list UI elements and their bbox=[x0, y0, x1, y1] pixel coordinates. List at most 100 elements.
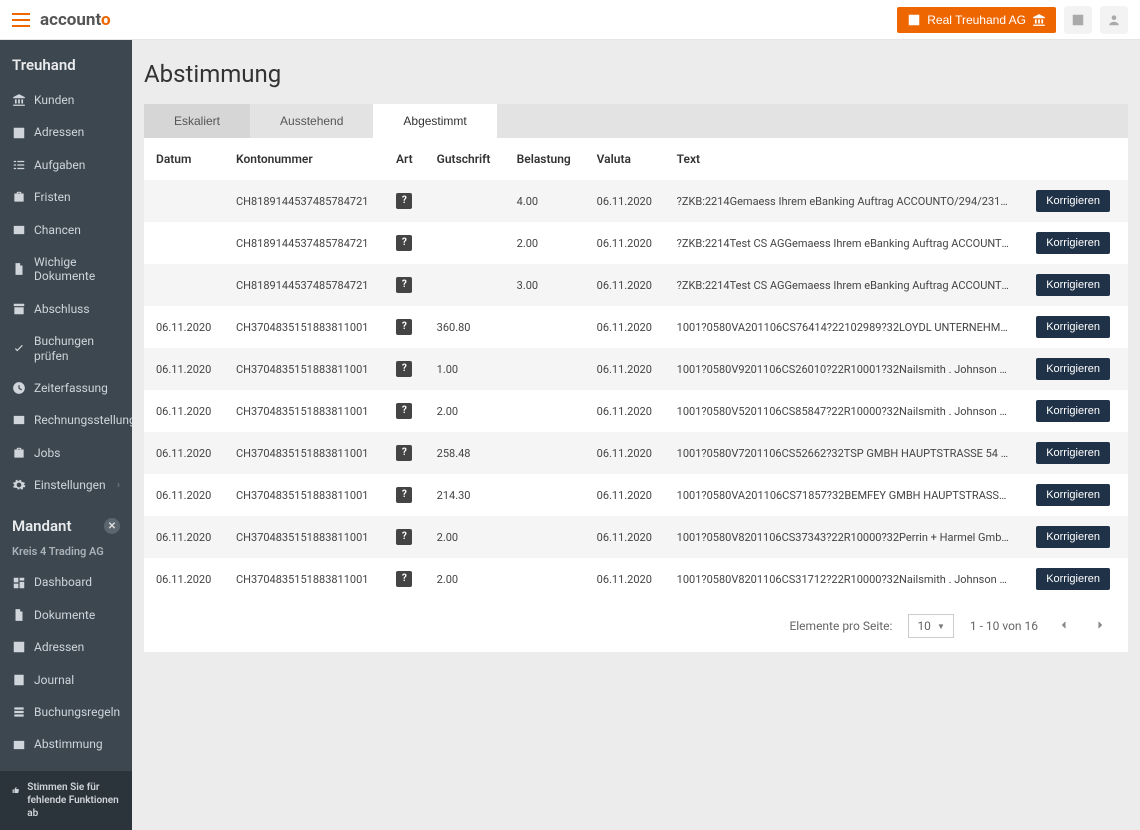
korrigieren-button[interactable]: Korrigieren bbox=[1036, 190, 1110, 212]
tab-abgestimmt[interactable]: Abgestimmt bbox=[373, 104, 496, 138]
col-valuta[interactable]: Valuta bbox=[585, 138, 665, 180]
main-content: Abstimmung EskaliertAusstehendAbgestimmt… bbox=[132, 40, 1140, 672]
col-konto[interactable]: Kontonummer bbox=[224, 138, 384, 180]
sidebar-item-buchungen-pr-fen[interactable]: Buchungen prüfen bbox=[0, 325, 132, 372]
korrigieren-button[interactable]: Korrigieren bbox=[1036, 526, 1110, 548]
cell-gutschrift: 2.00 bbox=[425, 558, 505, 600]
archive-icon bbox=[12, 302, 26, 316]
sidebar-item-jobs[interactable]: Jobs bbox=[0, 437, 132, 469]
cell-belastung: 2.00 bbox=[505, 222, 585, 264]
art-badge: ? bbox=[396, 361, 412, 377]
help-button[interactable] bbox=[1064, 6, 1092, 34]
sidebar-item-abschluss[interactable]: Abschluss bbox=[0, 293, 132, 325]
sidebar-item-chancen[interactable]: Chancen bbox=[0, 214, 132, 246]
col-art[interactable]: Art bbox=[384, 138, 425, 180]
next-page-button[interactable] bbox=[1090, 615, 1110, 638]
hamburger-icon[interactable] bbox=[12, 13, 30, 27]
tab-eskaliert[interactable]: Eskaliert bbox=[144, 104, 250, 138]
cell-valuta: 06.11.2020 bbox=[585, 390, 665, 432]
cell-datum: 06.11.2020 bbox=[144, 516, 224, 558]
sidebar-vote-footer[interactable]: Stimmen Sie für fehlende Funktionen ab bbox=[0, 771, 132, 830]
file-icon bbox=[12, 262, 26, 276]
cell-datum: 06.11.2020 bbox=[144, 432, 224, 474]
cell-konto: CH3704835151883811001 bbox=[224, 516, 384, 558]
col-gutschrift[interactable]: Gutschrift bbox=[425, 138, 505, 180]
card-icon bbox=[12, 223, 26, 237]
cell-gutschrift: 2.00 bbox=[425, 516, 505, 558]
cell-gutschrift: 1.00 bbox=[425, 348, 505, 390]
sidebar-item-abstimmung[interactable]: Abstimmung bbox=[0, 728, 132, 760]
art-badge: ? bbox=[396, 319, 412, 335]
cell-belastung bbox=[505, 348, 585, 390]
page-range: 1 - 10 von 16 bbox=[970, 619, 1038, 633]
help-icon bbox=[1071, 13, 1085, 27]
contact-icon bbox=[12, 640, 26, 654]
sidebar-item-zeiterfassung[interactable]: Zeiterfassung bbox=[0, 372, 132, 404]
cell-belastung bbox=[505, 390, 585, 432]
prev-page-button[interactable] bbox=[1054, 615, 1074, 638]
sidebar-item-adressen[interactable]: Adressen bbox=[0, 116, 132, 148]
cell-valuta: 06.11.2020 bbox=[585, 516, 665, 558]
cell-datum: 06.11.2020 bbox=[144, 558, 224, 600]
art-badge: ? bbox=[396, 403, 412, 419]
sidebar-item-buchungsregeln[interactable]: Buchungsregeln bbox=[0, 696, 132, 728]
cell-valuta: 06.11.2020 bbox=[585, 222, 665, 264]
cell-gutschrift: 258.48 bbox=[425, 432, 505, 474]
tab-ausstehend[interactable]: Ausstehend bbox=[250, 104, 373, 138]
cell-art: ? bbox=[384, 348, 425, 390]
cell-gutschrift: 2.00 bbox=[425, 390, 505, 432]
user-icon bbox=[1107, 13, 1121, 27]
col-text[interactable]: Text bbox=[665, 138, 1025, 180]
korrigieren-button[interactable]: Korrigieren bbox=[1036, 358, 1110, 380]
cell-gutschrift: 214.30 bbox=[425, 474, 505, 516]
chevron-right-icon bbox=[1094, 619, 1106, 631]
col-belastung[interactable]: Belastung bbox=[505, 138, 585, 180]
korrigieren-button[interactable]: Korrigieren bbox=[1036, 232, 1110, 254]
cell-belastung bbox=[505, 474, 585, 516]
korrigieren-button[interactable]: Korrigieren bbox=[1036, 316, 1110, 338]
book-icon bbox=[12, 673, 26, 687]
sidebar-item-dashboard[interactable]: Dashboard bbox=[0, 566, 132, 598]
sidebar-item-kunden[interactable]: Kunden bbox=[0, 84, 132, 116]
sidebar-section-treuhand: Treuhand bbox=[0, 40, 132, 84]
sidebar: Treuhand KundenAdressenAufgabenFristenCh… bbox=[0, 40, 132, 830]
cell-belastung bbox=[505, 516, 585, 558]
cell-valuta: 06.11.2020 bbox=[585, 432, 665, 474]
pager: Elemente pro Seite: 10 ▼ 1 - 10 von 16 bbox=[144, 600, 1128, 652]
cell-art: ? bbox=[384, 474, 425, 516]
korrigieren-button[interactable]: Korrigieren bbox=[1036, 274, 1110, 296]
cell-art: ? bbox=[384, 306, 425, 348]
sidebar-item-einstellungen[interactable]: Einstellungen› bbox=[0, 469, 132, 501]
korrigieren-button[interactable]: Korrigieren bbox=[1036, 484, 1110, 506]
table-row: 06.11.2020 CH3704835151883811001 ? 2.00 … bbox=[144, 390, 1128, 432]
art-badge: ? bbox=[396, 571, 412, 587]
page-size-select[interactable]: 10 ▼ bbox=[908, 614, 953, 638]
organization-button[interactable]: Real Treuhand AG bbox=[897, 7, 1056, 33]
sidebar-item-fristen[interactable]: Fristen bbox=[0, 181, 132, 213]
korrigieren-button[interactable]: Korrigieren bbox=[1036, 400, 1110, 422]
cell-gutschrift: 360.80 bbox=[425, 306, 505, 348]
cell-datum: 06.11.2020 bbox=[144, 348, 224, 390]
table-row: 06.11.2020 CH3704835151883811001 ? 2.00 … bbox=[144, 558, 1128, 600]
cell-valuta: 06.11.2020 bbox=[585, 306, 665, 348]
table-row: CH8189144537485784721 ? 3.00 06.11.2020 … bbox=[144, 264, 1128, 306]
sidebar-item-dokumente[interactable]: Dokumente bbox=[0, 599, 132, 631]
close-mandant-icon[interactable]: ✕ bbox=[104, 518, 120, 534]
sidebar-section-mandant: Mandant ✕ bbox=[0, 501, 132, 545]
cell-art: ? bbox=[384, 432, 425, 474]
cell-konto: CH8189144537485784721 bbox=[224, 180, 384, 222]
col-datum[interactable]: Datum bbox=[144, 138, 224, 180]
korrigieren-button[interactable]: Korrigieren bbox=[1036, 442, 1110, 464]
cell-konto: CH3704835151883811001 bbox=[224, 390, 384, 432]
sidebar-item-adressen[interactable]: Adressen bbox=[0, 631, 132, 663]
sidebar-item-rechnungsstellung[interactable]: Rechnungsstellung bbox=[0, 404, 132, 436]
cell-valuta: 06.11.2020 bbox=[585, 558, 665, 600]
sidebar-item-aufgaben[interactable]: Aufgaben bbox=[0, 149, 132, 181]
sidebar-item-journal[interactable]: Journal bbox=[0, 664, 132, 696]
cell-text: 1001?0580VA201106CS76414?22102989?32LOYD… bbox=[665, 306, 1025, 348]
sidebar-item-wichige-dokumente[interactable]: Wichige Dokumente bbox=[0, 246, 132, 293]
korrigieren-button[interactable]: Korrigieren bbox=[1036, 568, 1110, 590]
user-menu-button[interactable] bbox=[1100, 6, 1128, 34]
table-row: 06.11.2020 CH3704835151883811001 ? 360.8… bbox=[144, 306, 1128, 348]
thumb-up-icon bbox=[12, 783, 19, 797]
